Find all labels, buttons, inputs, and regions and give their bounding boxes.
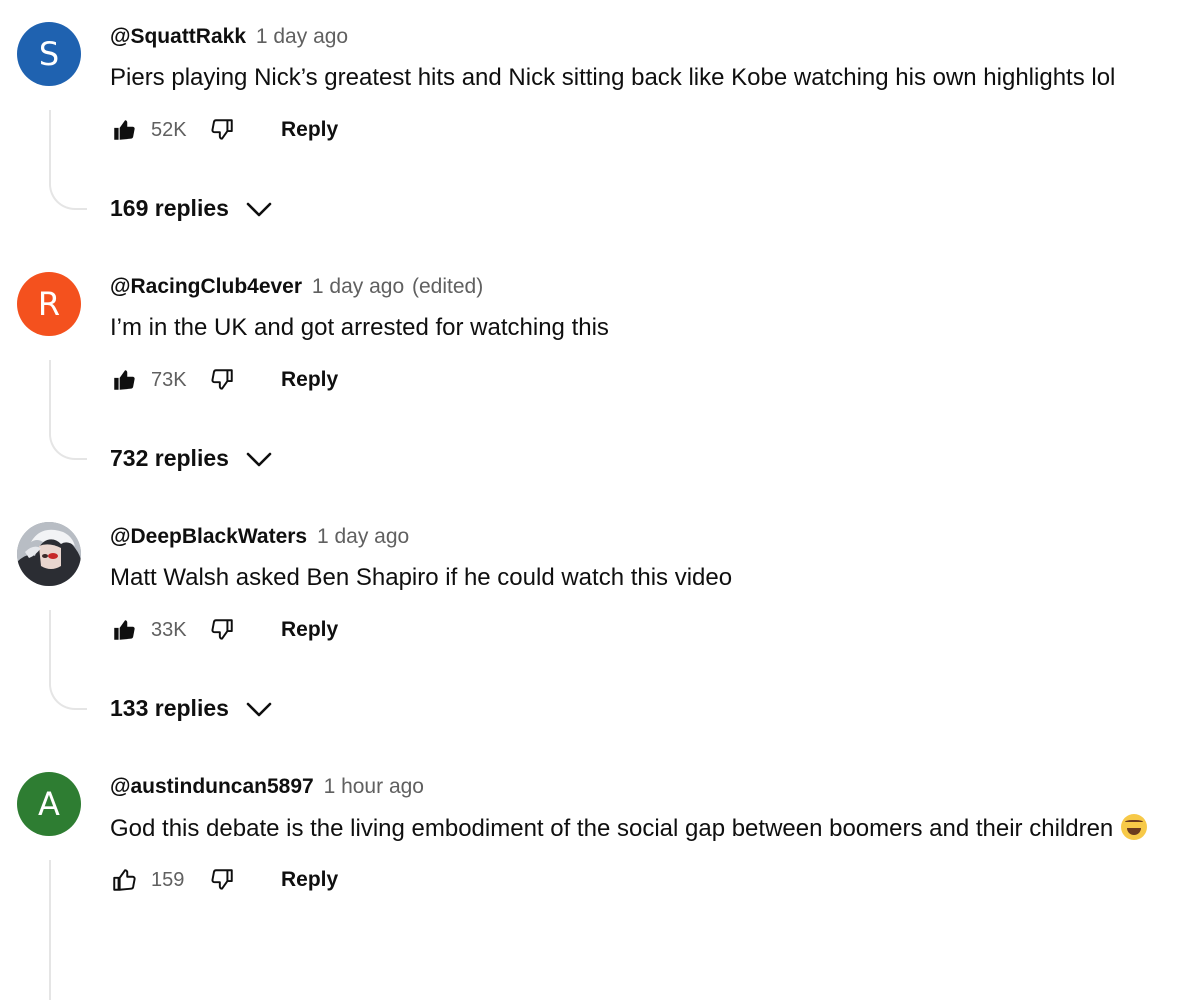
reply-button[interactable]: Reply — [281, 118, 338, 142]
avatar[interactable]: A — [17, 772, 81, 836]
replies-count-label: 169 replies — [110, 195, 229, 221]
comment-text: Piers playing Nick’s greatest hits and N… — [110, 64, 1116, 91]
avatar[interactable] — [17, 522, 81, 586]
thumbs-down-outline-icon[interactable] — [208, 616, 236, 644]
comment-header: @DeepBlackWaters 1 day ago — [110, 525, 409, 549]
thumbs-up-filled-icon[interactable] — [110, 366, 138, 394]
comment-text: I’m in the UK and got arrested for watch… — [110, 314, 609, 341]
thread-connector — [49, 360, 87, 460]
comment-text: God this debate is the living embodiment… — [110, 815, 1114, 842]
comment-text: Matt Walsh asked Ben Shapiro if he could… — [110, 564, 733, 591]
thumbs-down-outline-icon[interactable] — [208, 366, 236, 394]
avatar[interactable]: S — [17, 22, 81, 86]
like-count: 159 — [151, 868, 185, 891]
replies-count-label: 732 replies — [110, 445, 229, 471]
chevron-down-icon — [245, 199, 273, 219]
comment-header: @austinduncan5897 1 hour ago — [110, 775, 424, 799]
comment-timestamp[interactable]: 1 day ago — [317, 525, 409, 548]
comment-actions: 52K Reply — [110, 112, 338, 148]
thumbs-down-outline-icon[interactable] — [208, 116, 236, 144]
author-handle[interactable]: @austinduncan5897 — [110, 775, 314, 798]
reply-button[interactable]: Reply — [281, 868, 338, 892]
author-handle[interactable]: @SquattRakk — [110, 25, 246, 48]
view-replies-button[interactable]: 133 replies — [110, 695, 273, 722]
reply-button[interactable]: Reply — [281, 618, 338, 642]
comment-timestamp[interactable]: 1 day ago — [256, 25, 348, 48]
comment-actions: 33K Reply — [110, 612, 338, 648]
anime-character-avatar-icon — [17, 522, 81, 586]
author-handle[interactable]: @DeepBlackWaters — [110, 525, 307, 548]
avatar[interactable]: R — [17, 272, 81, 336]
comment-thread: @DeepBlackWaters 1 day ago Matt Walsh as… — [0, 500, 1200, 750]
like-count: 33K — [151, 618, 187, 641]
edited-label: (edited) — [411, 275, 484, 298]
comment-timestamp[interactable]: 1 hour ago — [324, 775, 424, 798]
thumbs-up-outline-icon[interactable] — [110, 866, 138, 894]
comment-header: @RacingClub4ever 1 day ago (edited) — [110, 275, 483, 299]
replies-count-label: 133 replies — [110, 695, 229, 721]
thumbs-down-outline-icon[interactable] — [208, 866, 236, 894]
chevron-down-icon — [245, 449, 273, 469]
view-replies-button[interactable]: 732 replies — [110, 445, 273, 472]
thumbs-up-filled-icon[interactable] — [110, 616, 138, 644]
like-count: 52K — [151, 118, 187, 141]
like-count: 73K — [151, 368, 187, 391]
comment-timestamp[interactable]: 1 day ago — [312, 275, 404, 298]
thread-connector — [49, 860, 87, 1000]
comment-actions: 159 Reply — [110, 862, 338, 898]
face-with-tears-of-joy-emoji-icon — [1121, 814, 1148, 840]
view-replies-button[interactable]: 169 replies — [110, 195, 273, 222]
comment-thread: S @SquattRakk 1 day ago Piers playing Ni… — [0, 0, 1200, 250]
thread-connector — [49, 610, 87, 710]
chevron-down-icon — [245, 699, 273, 719]
thread-connector — [49, 110, 87, 210]
comment-thread: R @RacingClub4ever 1 day ago (edited) I’… — [0, 250, 1200, 500]
comment-thread: A @austinduncan5897 1 hour ago God this … — [0, 750, 1200, 1000]
reply-button[interactable]: Reply — [281, 368, 338, 392]
comment-body: God this debate is the living embodiment… — [110, 814, 1148, 843]
comment-header: @SquattRakk 1 day ago — [110, 25, 348, 49]
thumbs-up-filled-icon[interactable] — [110, 116, 138, 144]
author-handle[interactable]: @RacingClub4ever — [110, 275, 302, 298]
comment-actions: 73K Reply — [110, 362, 338, 398]
